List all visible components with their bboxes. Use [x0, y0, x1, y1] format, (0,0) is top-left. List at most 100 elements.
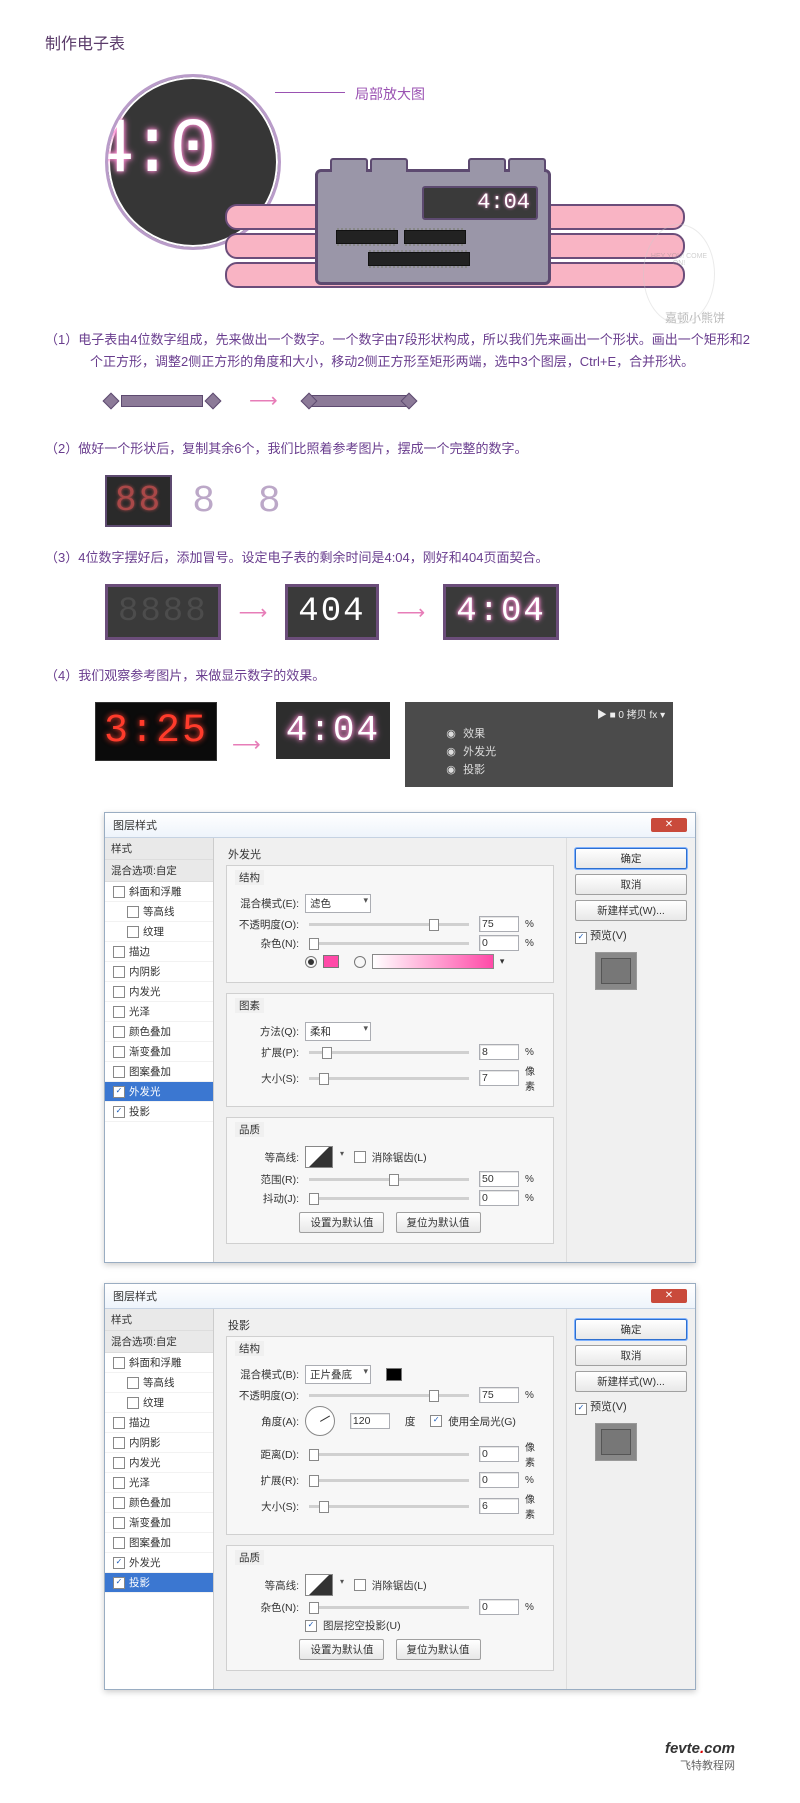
style-contour[interactable]: 等高线 [105, 902, 213, 922]
opacity-value[interactable]: 75 [479, 1387, 519, 1403]
checkbox[interactable] [113, 1106, 125, 1118]
close-icon[interactable]: ✕ [651, 818, 687, 832]
checkbox[interactable] [113, 946, 125, 958]
style-contour[interactable]: 等高线 [105, 1373, 213, 1393]
contour-swatch[interactable] [305, 1146, 333, 1168]
blend-options[interactable]: 混合选项:自定 [105, 1331, 213, 1353]
checkbox[interactable] [113, 886, 125, 898]
dropdown-icon[interactable]: ▾ [500, 956, 505, 967]
distance-slider[interactable] [309, 1453, 469, 1456]
checkbox[interactable] [113, 1517, 125, 1529]
style-color-overlay[interactable]: 颜色叠加 [105, 1022, 213, 1042]
style-outer-glow[interactable]: 外发光 [105, 1082, 213, 1102]
color-radio[interactable] [305, 956, 317, 968]
antialias-checkbox[interactable] [354, 1579, 366, 1591]
checkbox[interactable] [127, 906, 139, 918]
style-outer-glow[interactable]: 外发光 [105, 1553, 213, 1573]
checkbox[interactable] [113, 1477, 125, 1489]
antialias-checkbox[interactable] [354, 1151, 366, 1163]
ok-button[interactable]: 确定 [575, 848, 687, 869]
preview-checkbox[interactable] [575, 932, 587, 944]
ok-button[interactable]: 确定 [575, 1319, 687, 1340]
gradient-radio[interactable] [354, 956, 366, 968]
checkbox[interactable] [113, 1577, 125, 1589]
range-slider[interactable] [309, 1178, 469, 1181]
noise-value[interactable]: 0 [479, 935, 519, 951]
style-pattern-overlay[interactable]: 图案叠加 [105, 1533, 213, 1553]
style-gradient-overlay[interactable]: 渐变叠加 [105, 1042, 213, 1062]
size-slider[interactable] [309, 1505, 469, 1508]
opacity-slider[interactable] [309, 923, 469, 926]
make-default-button[interactable]: 设置为默认值 [299, 1212, 384, 1233]
checkbox[interactable] [113, 986, 125, 998]
size-value[interactable]: 7 [479, 1070, 519, 1086]
knockout-checkbox[interactable] [305, 1620, 317, 1632]
close-icon[interactable]: ✕ [651, 1289, 687, 1303]
spread-slider[interactable] [309, 1051, 469, 1054]
style-satin[interactable]: 光泽 [105, 1002, 213, 1022]
checkbox[interactable] [127, 926, 139, 938]
checkbox[interactable] [113, 1006, 125, 1018]
opacity-slider[interactable] [309, 1394, 469, 1397]
new-style-button[interactable]: 新建样式(W)... [575, 900, 687, 921]
spread-value[interactable]: 8 [479, 1044, 519, 1060]
noise-slider[interactable] [309, 942, 469, 945]
size-value[interactable]: 6 [479, 1498, 519, 1514]
opacity-value[interactable]: 75 [479, 916, 519, 932]
checkbox[interactable] [113, 966, 125, 978]
style-bevel[interactable]: 斜面和浮雕 [105, 1353, 213, 1373]
global-light-checkbox[interactable] [430, 1415, 442, 1427]
noise-value[interactable]: 0 [479, 1599, 519, 1615]
range-value[interactable]: 50 [479, 1171, 519, 1187]
jitter-slider[interactable] [309, 1197, 469, 1200]
new-style-button[interactable]: 新建样式(W)... [575, 1371, 687, 1392]
checkbox[interactable] [127, 1397, 139, 1409]
method-dropdown[interactable]: 柔和 [305, 1022, 371, 1041]
shadow-color-swatch[interactable] [386, 1368, 402, 1381]
checkbox[interactable] [127, 1377, 139, 1389]
blend-mode-dropdown[interactable]: 正片叠底 [305, 1365, 371, 1384]
noise-slider[interactable] [309, 1606, 469, 1609]
size-slider[interactable] [309, 1077, 469, 1080]
style-inner-glow[interactable]: 内发光 [105, 982, 213, 1002]
dialog-titlebar[interactable]: 图层样式 ✕ [105, 813, 695, 838]
style-drop-shadow[interactable]: 投影 [105, 1573, 213, 1593]
style-drop-shadow[interactable]: 投影 [105, 1102, 213, 1122]
preview-checkbox[interactable] [575, 1403, 587, 1415]
spread-slider[interactable] [309, 1479, 469, 1482]
style-color-overlay[interactable]: 颜色叠加 [105, 1493, 213, 1513]
cancel-button[interactable]: 取消 [575, 1345, 687, 1366]
angle-value[interactable]: 120 [350, 1413, 390, 1429]
checkbox[interactable] [113, 1066, 125, 1078]
checkbox[interactable] [113, 1557, 125, 1569]
style-texture[interactable]: 纹理 [105, 1393, 213, 1413]
style-inner-shadow[interactable]: 内阴影 [105, 962, 213, 982]
make-default-button[interactable]: 设置为默认值 [299, 1639, 384, 1660]
checkbox[interactable] [113, 1086, 125, 1098]
style-texture[interactable]: 纹理 [105, 922, 213, 942]
gradient-swatch[interactable] [372, 954, 494, 969]
dialog-titlebar[interactable]: 图层样式 ✕ [105, 1284, 695, 1309]
checkbox[interactable] [113, 1437, 125, 1449]
blend-options[interactable]: 混合选项:自定 [105, 860, 213, 882]
reset-default-button[interactable]: 复位为默认值 [396, 1212, 481, 1233]
checkbox[interactable] [113, 1457, 125, 1469]
blend-mode-dropdown[interactable]: 滤色 [305, 894, 371, 913]
checkbox[interactable] [113, 1417, 125, 1429]
jitter-value[interactable]: 0 [479, 1190, 519, 1206]
color-swatch[interactable] [323, 955, 339, 968]
style-gradient-overlay[interactable]: 渐变叠加 [105, 1513, 213, 1533]
style-stroke[interactable]: 描边 [105, 942, 213, 962]
distance-value[interactable]: 0 [479, 1446, 519, 1462]
style-bevel[interactable]: 斜面和浮雕 [105, 882, 213, 902]
style-pattern-overlay[interactable]: 图案叠加 [105, 1062, 213, 1082]
angle-dial[interactable] [305, 1406, 335, 1436]
checkbox[interactable] [113, 1497, 125, 1509]
checkbox[interactable] [113, 1026, 125, 1038]
spread-value[interactable]: 0 [479, 1472, 519, 1488]
checkbox[interactable] [113, 1046, 125, 1058]
style-satin[interactable]: 光泽 [105, 1473, 213, 1493]
cancel-button[interactable]: 取消 [575, 874, 687, 895]
style-inner-shadow[interactable]: 内阴影 [105, 1433, 213, 1453]
reset-default-button[interactable]: 复位为默认值 [396, 1639, 481, 1660]
